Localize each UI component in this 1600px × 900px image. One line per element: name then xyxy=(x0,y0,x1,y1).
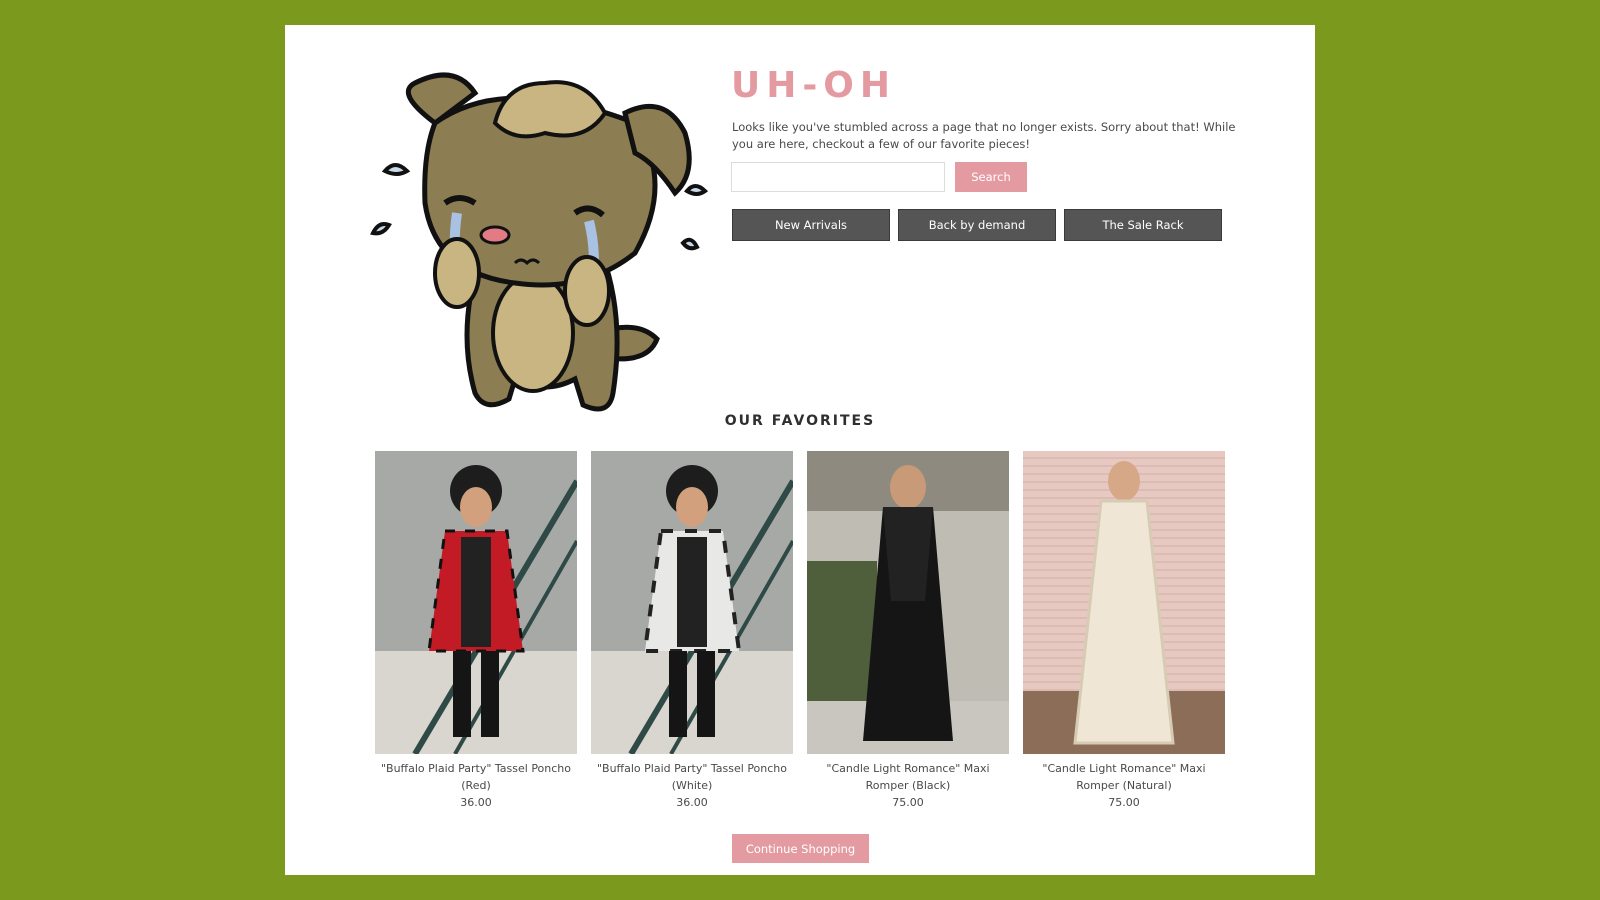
product-price: 75.00 xyxy=(1108,796,1140,809)
product-card[interactable]: "Candle Light Romance" Maxi Romper (Blac… xyxy=(807,451,1009,811)
product-name[interactable]: "Buffalo Plaid Party" Tassel Poncho (Red… xyxy=(375,760,577,794)
product-image[interactable] xyxy=(375,451,577,754)
error-message: Looks like you've stumbled across a page… xyxy=(732,120,1236,151)
product-card[interactable]: "Buffalo Plaid Party" Tassel Poncho (Red… xyxy=(375,451,577,811)
product-image[interactable] xyxy=(591,451,793,754)
product-card[interactable]: "Candle Light Romance" Maxi Romper (Natu… xyxy=(1023,451,1225,811)
product-name[interactable]: "Buffalo Plaid Party" Tassel Poncho (Whi… xyxy=(591,760,793,794)
favorites-heading: OUR FAVORITES xyxy=(724,413,876,429)
product-card[interactable]: "Buffalo Plaid Party" Tassel Poncho (Whi… xyxy=(591,451,793,811)
error-title: UH-OH xyxy=(731,65,897,106)
product-image[interactable] xyxy=(1023,451,1225,754)
error-card: UH-OH Looks like you've stumbled across … xyxy=(285,25,1315,875)
product-name[interactable]: "Candle Light Romance" Maxi Romper (Natu… xyxy=(1023,760,1225,794)
product-price: 36.00 xyxy=(460,796,492,809)
product-image[interactable] xyxy=(807,451,1009,754)
back-by-demand-button[interactable]: Back by demand xyxy=(898,209,1056,241)
sale-rack-button[interactable]: The Sale Rack xyxy=(1064,209,1222,241)
new-arrivals-button[interactable]: New Arrivals xyxy=(732,209,890,241)
product-grid: "Buffalo Plaid Party" Tassel Poncho (Red… xyxy=(375,451,1225,811)
product-price: 75.00 xyxy=(892,796,924,809)
search-button[interactable]: Search xyxy=(955,162,1027,192)
product-name[interactable]: "Candle Light Romance" Maxi Romper (Blac… xyxy=(807,760,1009,794)
continue-shopping-button[interactable]: Continue Shopping xyxy=(732,834,869,863)
product-price: 36.00 xyxy=(676,796,708,809)
crying-dog-icon xyxy=(370,72,709,412)
quick-links: New Arrivals Back by demand The Sale Rac… xyxy=(732,209,1222,241)
search-input[interactable] xyxy=(731,162,945,192)
